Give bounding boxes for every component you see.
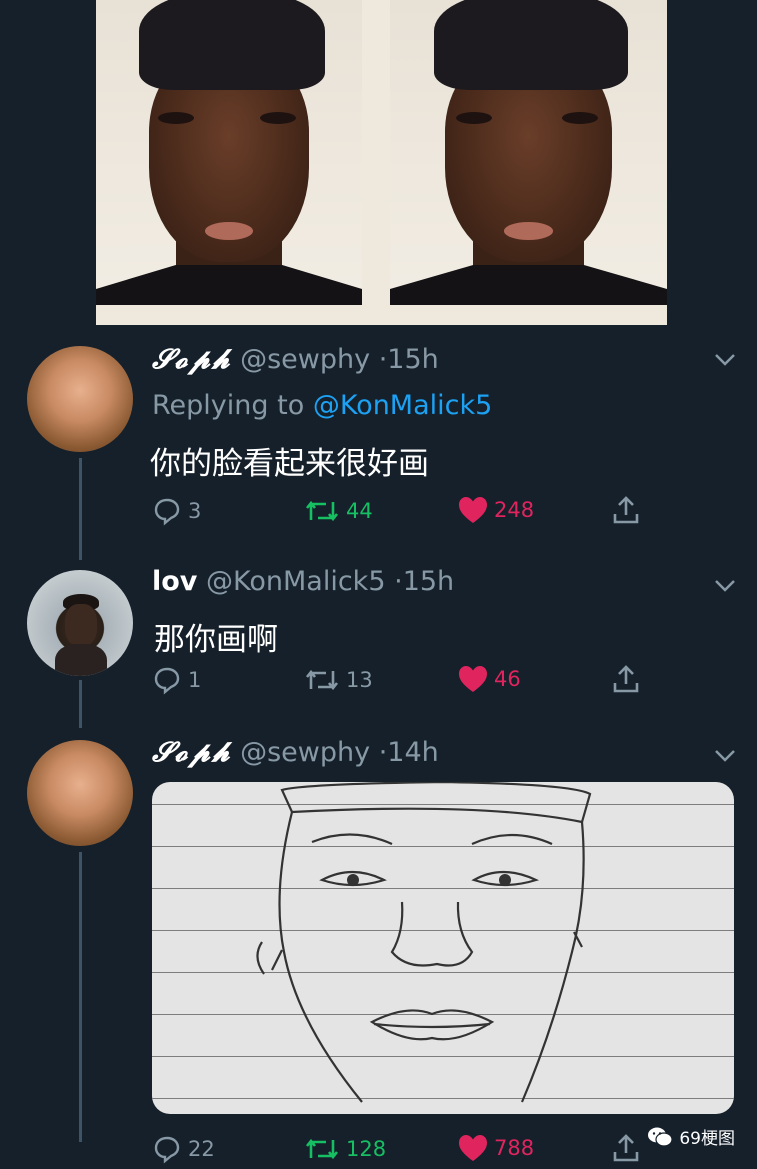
- reply-icon: [154, 498, 180, 526]
- like-count: 46: [494, 667, 521, 691]
- display-name[interactable]: 𝓢𝓸𝓹𝓱: [152, 344, 232, 375]
- sketch-image[interactable]: [152, 782, 734, 1114]
- share-icon[interactable]: [610, 1132, 642, 1168]
- face-drawing: [256, 782, 592, 1103]
- timestamp[interactable]: 15h: [403, 566, 454, 597]
- tweet-header: 𝓢𝓸𝓹𝓱 @sewphy ·14h: [152, 737, 439, 769]
- retweet-button[interactable]: 44: [304, 496, 373, 526]
- handle[interactable]: @sewphy: [240, 737, 370, 768]
- display-name[interactable]: lov: [152, 566, 197, 597]
- avatar[interactable]: [27, 570, 133, 676]
- avatar[interactable]: [27, 740, 133, 846]
- like-count: 788: [494, 1136, 535, 1160]
- chevron-down-icon[interactable]: [714, 574, 736, 598]
- share-icon[interactable]: [610, 663, 642, 699]
- tweet-text: 你的脸看起来很好画: [150, 446, 429, 482]
- replying-to: Replying to @KonMalick5: [152, 390, 492, 421]
- retweet-icon: [305, 1138, 339, 1160]
- separator: ·: [394, 566, 403, 597]
- tweet-text: 那你画啊: [154, 622, 278, 658]
- heart-icon: [459, 1135, 487, 1161]
- timestamp[interactable]: 15h: [387, 344, 438, 375]
- retweet-button[interactable]: 128: [304, 1134, 386, 1164]
- photo-panel-left: [96, 0, 362, 305]
- display-name[interactable]: 𝓢𝓸𝓹𝓱: [152, 737, 232, 768]
- timestamp[interactable]: 14h: [387, 737, 438, 768]
- mention-link[interactable]: @KonMalick5: [313, 390, 493, 421]
- retweet-count: 13: [346, 668, 373, 692]
- chevron-down-icon[interactable]: [714, 744, 736, 768]
- tweet-header: lov @KonMalick5 ·15h: [152, 566, 454, 597]
- retweet-count: 128: [346, 1137, 387, 1161]
- tweet-header: 𝓢𝓸𝓹𝓱 @sewphy ·15h: [152, 344, 439, 376]
- reply-icon: [154, 1136, 180, 1164]
- replying-label: Replying to: [152, 390, 313, 421]
- retweet-icon: [305, 669, 339, 691]
- share-icon[interactable]: [610, 494, 642, 530]
- photo-panel-right: [390, 0, 667, 305]
- heart-icon: [459, 666, 487, 692]
- retweet-button[interactable]: 13: [304, 665, 373, 695]
- reply-count: 22: [188, 1137, 215, 1161]
- avatar[interactable]: [27, 346, 133, 452]
- separator: ·: [378, 344, 388, 375]
- reply-button[interactable]: 22: [152, 1134, 215, 1164]
- like-count: 248: [494, 498, 535, 522]
- separator: ·: [378, 737, 388, 768]
- like-button[interactable]: 248: [458, 496, 534, 524]
- reply-icon: [154, 667, 180, 695]
- reply-button[interactable]: 1: [152, 665, 201, 695]
- attached-photo[interactable]: [96, 0, 667, 325]
- watermark: 69梗图: [647, 1126, 735, 1149]
- chevron-down-icon[interactable]: [714, 348, 736, 372]
- retweet-count: 44: [346, 499, 373, 523]
- watermark-text: 69梗图: [679, 1129, 735, 1149]
- reply-count: 1: [188, 668, 202, 692]
- thread-connector: [79, 680, 82, 728]
- thread-connector: [79, 458, 82, 560]
- thread-connector: [79, 852, 82, 1142]
- like-button[interactable]: 788: [458, 1134, 534, 1162]
- wechat-icon: [648, 1127, 673, 1147]
- heart-icon: [459, 497, 487, 523]
- reply-count: 3: [188, 499, 202, 523]
- handle[interactable]: @KonMalick5: [206, 566, 386, 597]
- retweet-icon: [305, 500, 339, 522]
- handle[interactable]: @sewphy: [240, 344, 370, 375]
- reply-button[interactable]: 3: [152, 496, 201, 526]
- like-button[interactable]: 46: [458, 665, 521, 693]
